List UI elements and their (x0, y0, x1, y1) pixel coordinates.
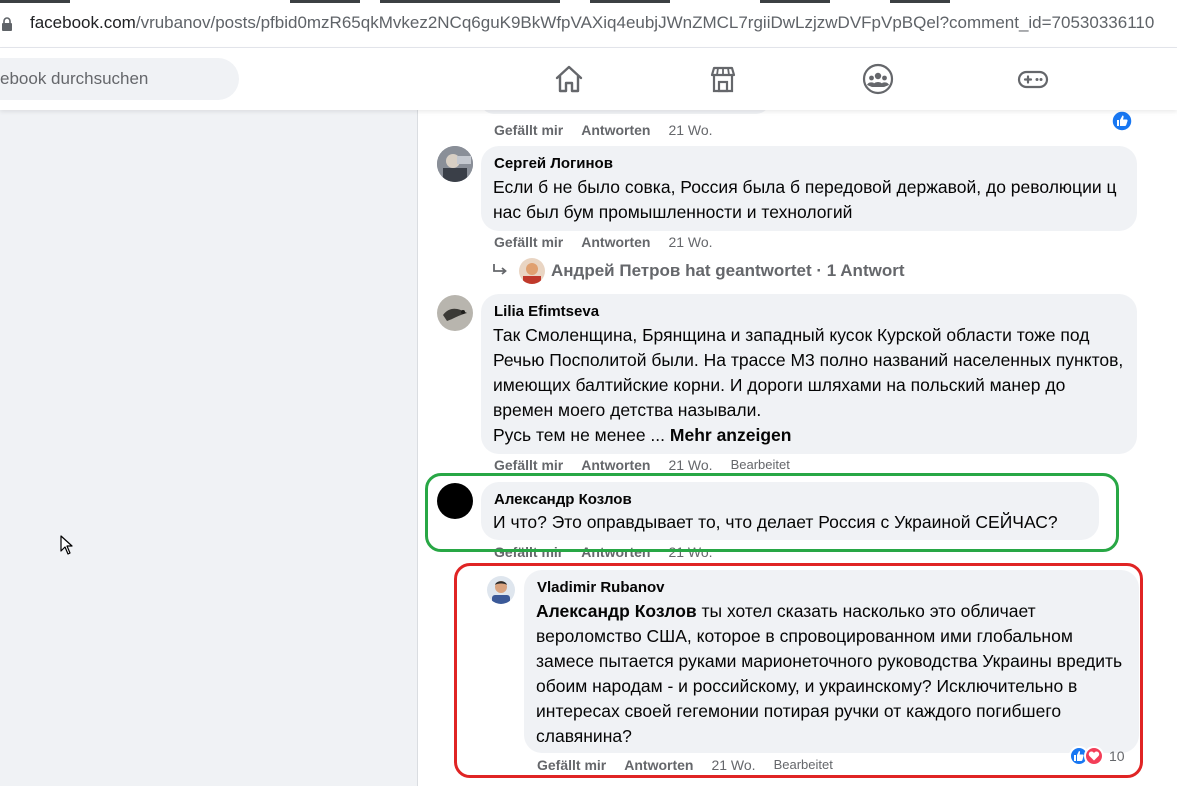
comment-author[interactable]: Сергей Логинов (494, 154, 1125, 174)
reply-link[interactable]: Antworten (581, 122, 650, 138)
tab-strip-segment (290, 0, 360, 3)
like-link[interactable]: Gefällt mir (494, 234, 563, 250)
avatar (519, 258, 545, 284)
view-replies-link[interactable]: Андрей Петров hat geantwortet · 1 Antwor… (491, 258, 905, 284)
url-text[interactable]: facebook.com/vrubanov/posts/pfbid0mzR65q… (30, 13, 1154, 33)
comment-bubble: Lilia Efimtseva Так Смоленщина, Брянщина… (481, 294, 1137, 454)
home-icon[interactable] (553, 63, 585, 95)
lock-icon[interactable] (2, 17, 12, 31)
reply-link[interactable]: Antworten (581, 234, 650, 250)
tab-strip-segment (380, 0, 560, 3)
tab-strip-segment (590, 0, 670, 3)
browser-address-bar[interactable]: facebook.com/vrubanov/posts/pfbid0mzR65q… (0, 0, 1177, 48)
like-reaction-icon[interactable] (1111, 110, 1133, 132)
comment-actions: Gefällt mir Antworten 21 Wo. (494, 122, 713, 138)
left-panel (0, 110, 418, 786)
like-link[interactable]: Gefällt mir (494, 122, 563, 138)
comment-text: Если б не было совка, Россия была б пере… (493, 177, 1117, 222)
tab-strip-segment (0, 0, 70, 3)
comment-author[interactable]: Lilia Efimtseva (494, 302, 1125, 322)
tab-strip-segment (890, 0, 950, 3)
facebook-top-nav: ebook durchsuchen (0, 48, 1177, 110)
like-link[interactable]: Gefällt mir (494, 457, 563, 473)
tab-strip-segment (760, 0, 830, 3)
groups-icon[interactable] (862, 63, 894, 95)
gaming-icon[interactable] (1017, 63, 1049, 95)
search-input[interactable]: ebook durchsuchen (0, 58, 239, 100)
url-path: /vrubanov/posts/pfbid0mzR65qkMvkez2NCq6g… (135, 13, 1155, 32)
edited-label: Bearbeitet (730, 457, 790, 472)
reply-arrow-icon (493, 264, 507, 275)
search-placeholder: ebook durchsuchen (0, 69, 149, 88)
url-domain: facebook.com (30, 13, 136, 32)
comment-time[interactable]: 21 Wo. (668, 234, 712, 250)
comment-actions: Gefällt mir Antworten 21 Wo. (494, 234, 713, 250)
red-highlight-box (454, 563, 1143, 778)
comment-time[interactable]: 21 Wo. (668, 122, 712, 138)
green-highlight-box (425, 473, 1119, 552)
comment-text-tail: Русь тем не менее ... (493, 425, 666, 445)
comment-actions: Gefällt mir Antworten 21 Wo. Bearbeitet (494, 457, 790, 473)
show-more-link[interactable]: Mehr anzeigen (670, 425, 792, 445)
marketplace-icon[interactable] (707, 63, 739, 95)
reply-summary-text: Андрей Петров hat geantwortet · 1 Antwor… (551, 261, 905, 280)
avatar[interactable] (437, 146, 473, 182)
comment-time[interactable]: 21 Wo. (668, 457, 712, 473)
comment-text: Так Смоленщина, Брянщина и западный кусо… (493, 325, 1124, 420)
avatar[interactable] (437, 295, 473, 331)
reply-link[interactable]: Antworten (581, 457, 650, 473)
mouse-cursor-icon (60, 535, 73, 555)
comment-bubble: Сергей Логинов Если б не было совка, Рос… (481, 146, 1137, 231)
